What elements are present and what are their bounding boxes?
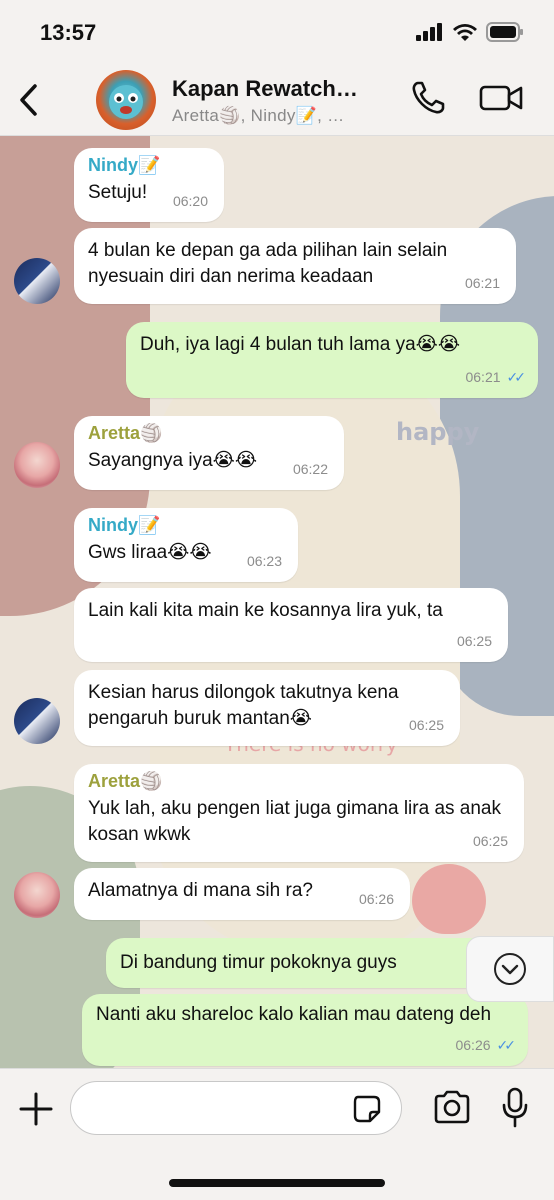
group-title[interactable]: Kapan Rewatch…: [172, 76, 358, 102]
input-bar: [0, 1068, 554, 1200]
message-status: 06:21 ✓✓: [465, 364, 527, 390]
message-text: Nanti aku shareloc kalo kalian mau daten…: [96, 1004, 492, 1025]
read-receipt-icon: ✓✓: [496, 1037, 517, 1053]
scroll-to-bottom-button[interactable]: [466, 936, 554, 1002]
message-text: 4 bulan ke depan ga ada pilihan lain sel…: [88, 240, 448, 287]
video-camera-icon: [479, 85, 523, 111]
message-text: Lain kali kita main ke kosannya lira yuk…: [88, 600, 443, 621]
message-bubble-outgoing[interactable]: Duh, iya lagi 4 bulan tuh lama ya😭😭 06:2…: [126, 322, 538, 398]
message-bubble-incoming[interactable]: Nindy📝 Gws liraa😭😭 06:23: [74, 508, 298, 582]
avatar[interactable]: [14, 258, 60, 304]
message-time: 06:20: [172, 193, 208, 209]
camera-button[interactable]: [432, 1089, 472, 1125]
message-bubble-incoming[interactable]: Aretta🏐 Sayangnya iya😭😭 06:22: [74, 416, 344, 490]
message-time: 06:21: [464, 275, 500, 291]
wallpaper-text-happy: happy: [396, 418, 480, 446]
chat-header: Kapan Rewatch… Aretta🏐, Nindy📝, …: [0, 66, 554, 136]
status-icons: [416, 22, 524, 42]
message-time: 06:25: [456, 633, 492, 649]
message-text: Yuk lah, aku pengen liat juga gimana lir…: [88, 798, 501, 845]
call-button[interactable]: [408, 78, 448, 118]
status-time: 13:57: [40, 20, 97, 45]
cellular-signal-icon: [416, 23, 442, 41]
sender-name: Nindy📝: [88, 155, 161, 175]
video-call-button[interactable]: [478, 80, 524, 120]
chevron-down-icon: [494, 953, 526, 985]
message-time: 06:26: [358, 891, 394, 907]
avatar[interactable]: [14, 872, 60, 918]
message-time: 06:25: [408, 717, 444, 733]
message-bubble-incoming[interactable]: Lain kali kita main ke kosannya lira yuk…: [74, 588, 508, 662]
message-bubble-outgoing[interactable]: Nanti aku shareloc kalo kalian mau daten…: [82, 994, 528, 1066]
group-avatar[interactable]: [96, 70, 156, 130]
message-time: 06:26: [455, 1037, 491, 1053]
avatar[interactable]: [14, 442, 60, 488]
message-bubble-outgoing[interactable]: Di bandung timur pokoknya guys 06: [106, 938, 526, 988]
message-status: 06:26 ✓✓: [455, 1032, 517, 1058]
sender-name: Aretta🏐: [88, 423, 163, 443]
sticker-button[interactable]: [352, 1094, 382, 1124]
read-receipt-icon: ✓✓: [506, 369, 527, 385]
group-members[interactable]: Aretta🏐, Nindy📝, …: [172, 106, 344, 126]
phone-icon: [412, 81, 445, 114]
message-time: 06:22: [292, 461, 328, 477]
message-bubble-incoming[interactable]: 4 bulan ke depan ga ada pilihan lain sel…: [74, 228, 516, 304]
message-text: Duh, iya lagi 4 bulan tuh lama ya😭😭: [140, 334, 461, 355]
microphone-button[interactable]: [500, 1087, 530, 1129]
message-bubble-incoming[interactable]: Aretta🏐 Yuk lah, aku pengen liat juga gi…: [74, 764, 524, 862]
home-indicator: [169, 1179, 385, 1187]
message-text: Alamatnya di mana sih ra?: [88, 880, 313, 901]
message-bubble-incoming[interactable]: Kesian harus dilongok takutnya kena peng…: [74, 670, 460, 746]
message-text: Di bandung timur pokoknya guys: [120, 952, 397, 973]
chevron-left-icon: [20, 84, 37, 116]
wifi-icon: [453, 24, 477, 41]
battery-icon: [486, 22, 523, 42]
group-avatar-illustration: [109, 85, 143, 119]
plus-icon: [19, 1092, 53, 1126]
message-text: Kesian harus dilongok takutnya kena peng…: [88, 682, 399, 729]
wallpaper-strawberry: [412, 864, 486, 934]
camera-icon: [434, 1090, 470, 1124]
microphone-icon: [502, 1087, 528, 1128]
message-bubble-incoming[interactable]: Nindy📝 Setuju! 06:20: [74, 148, 224, 222]
attach-button[interactable]: [18, 1091, 54, 1127]
message-time: 06:21: [465, 369, 501, 385]
status-bar: 13:57: [0, 0, 554, 66]
message-bubble-incoming[interactable]: Alamatnya di mana sih ra? 06:26: [74, 868, 410, 920]
avatar[interactable]: [14, 698, 60, 744]
message-time: 06:23: [246, 553, 282, 569]
chat-area[interactable]: happy There is no worry Nindy📝 Setuju! 0…: [0, 136, 554, 1068]
sticker-icon: [353, 1095, 381, 1123]
message-time: 06:25: [472, 833, 508, 849]
sender-name: Aretta🏐: [88, 771, 163, 791]
back-button[interactable]: [10, 80, 46, 120]
sender-name: Nindy📝: [88, 515, 161, 535]
